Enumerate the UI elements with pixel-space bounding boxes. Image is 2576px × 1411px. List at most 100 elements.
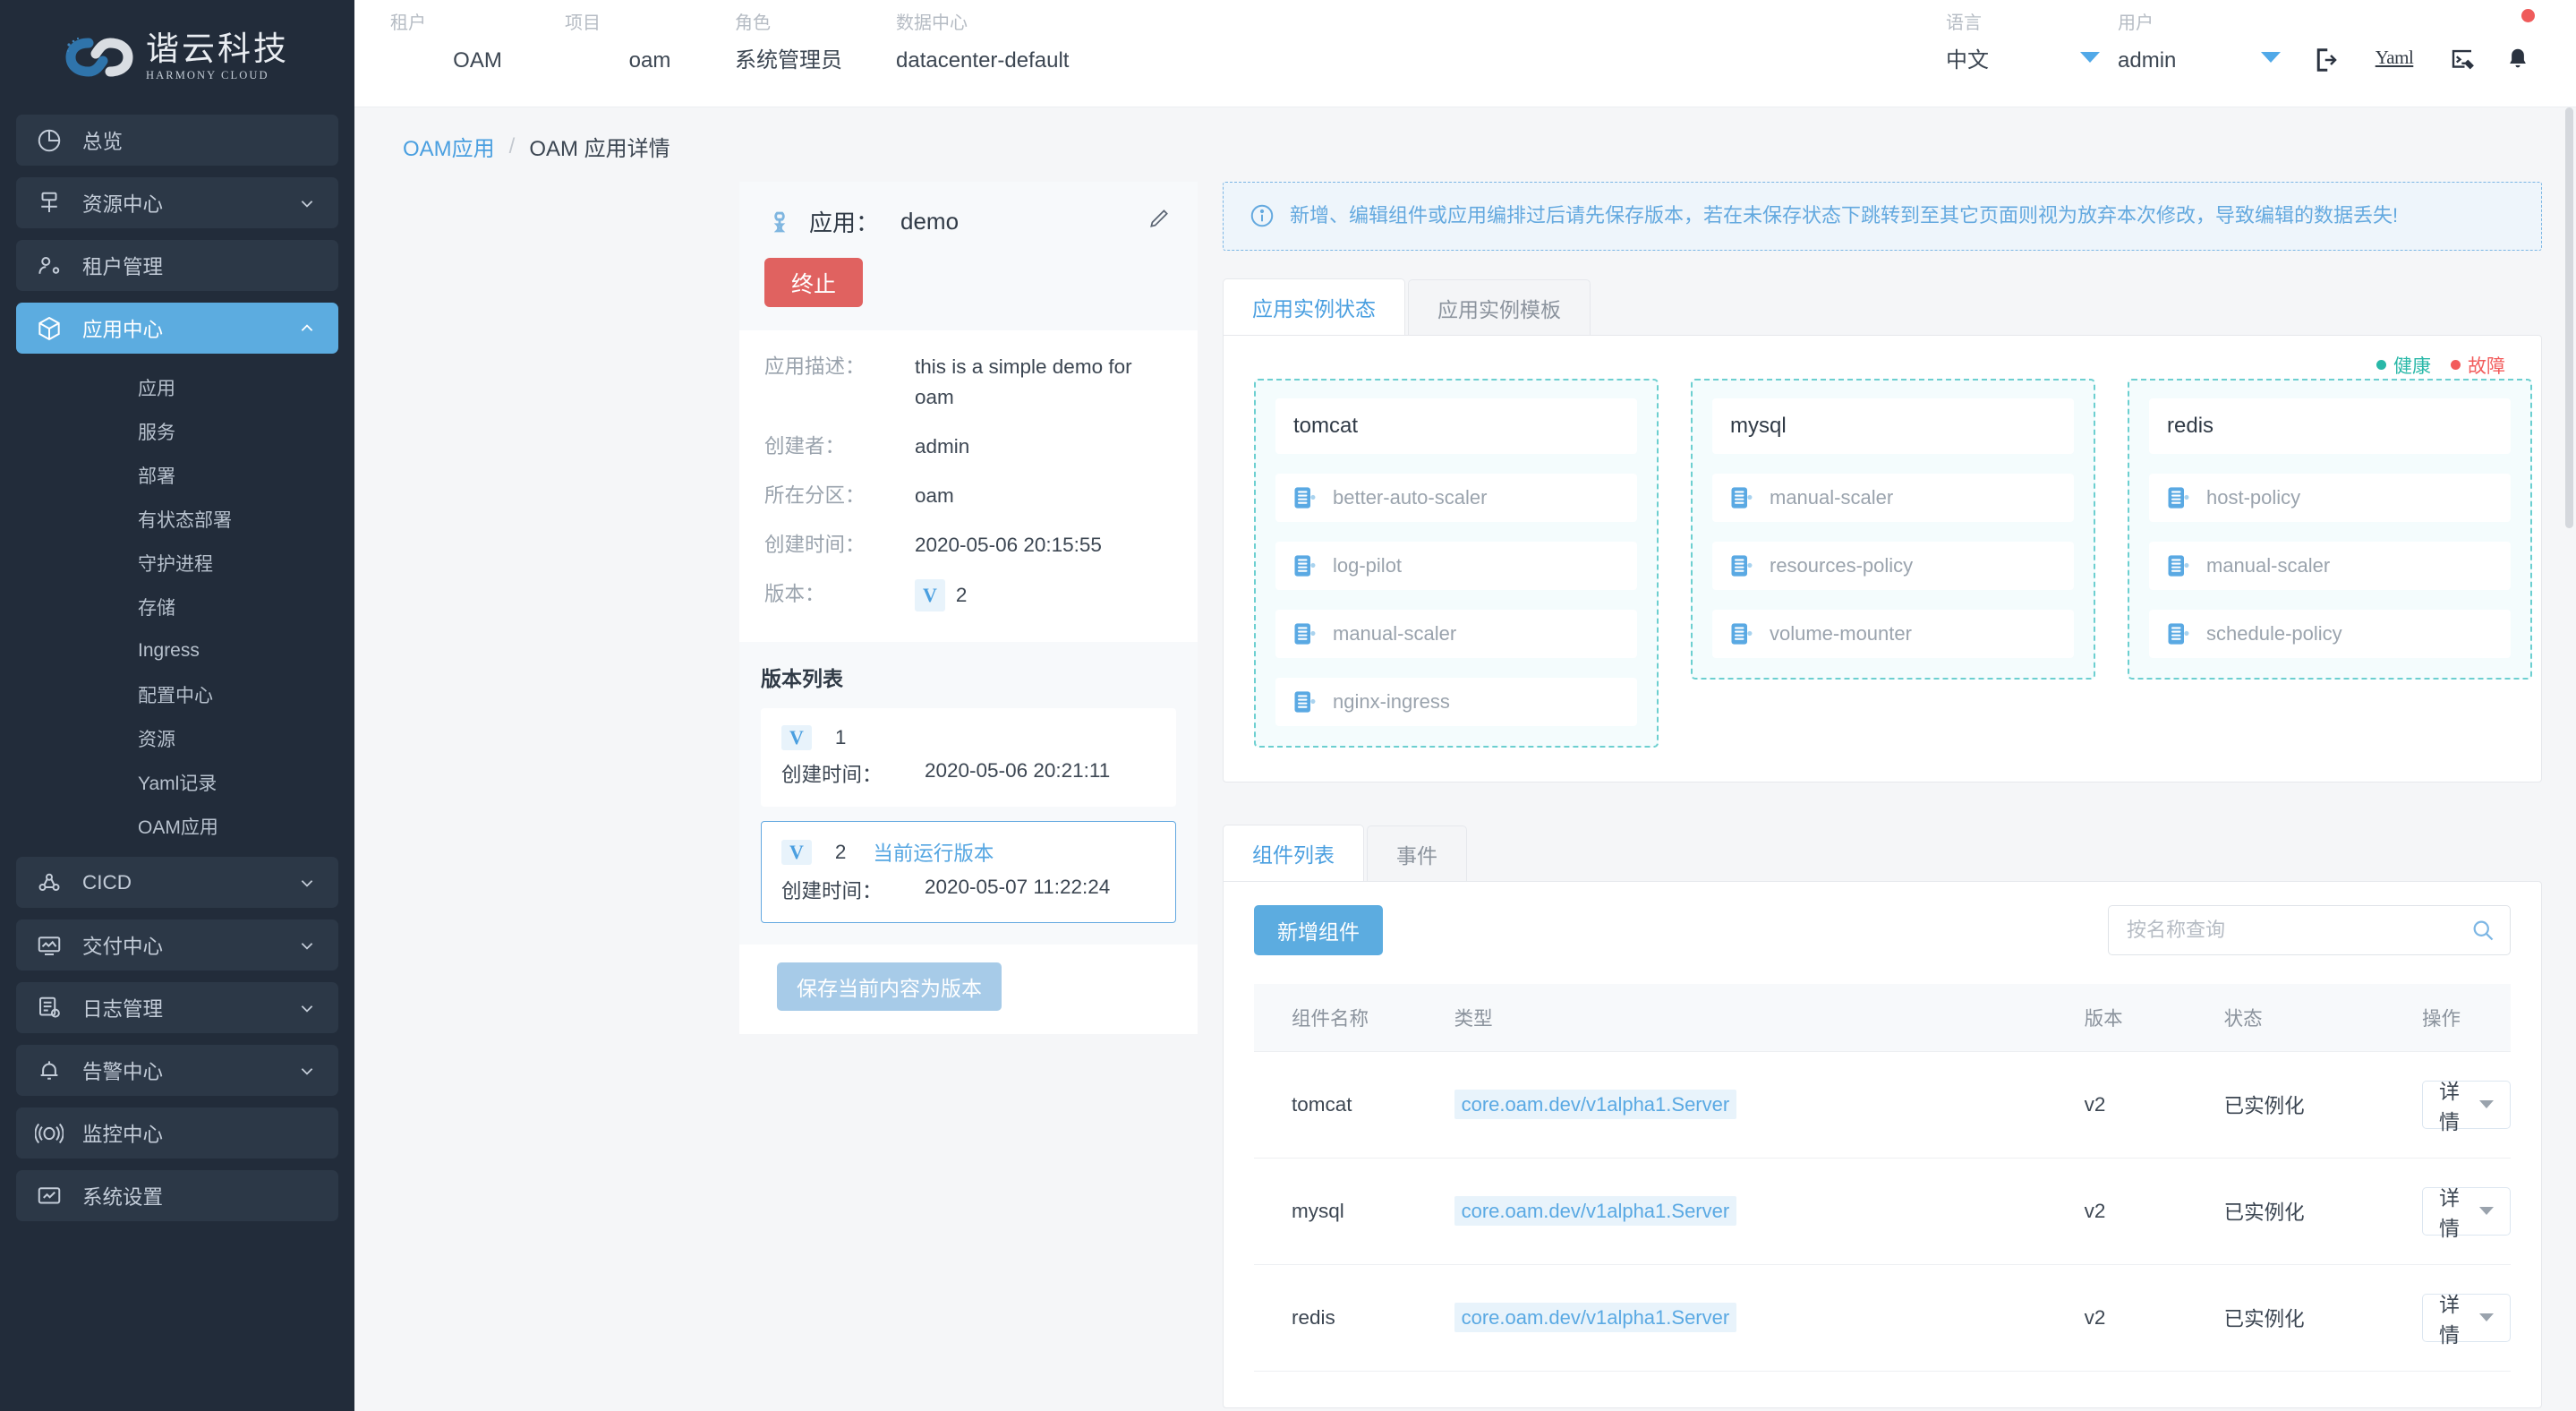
sidebar-item-cicd[interactable]: CICD [16, 857, 338, 908]
sidebar-subitem-resource[interactable]: 资源 [16, 716, 338, 760]
yaml-link-label: Yaml [2375, 47, 2414, 68]
search-input[interactable] [2127, 918, 2470, 942]
trait-item[interactable]: manual-scaler [2149, 541, 2511, 590]
sidebar-item-overview[interactable]: 总览 [16, 115, 338, 166]
page-scrollbar[interactable] [2563, 107, 2574, 1411]
breadcrumb-root-link[interactable]: OAM应用 [403, 131, 495, 162]
trait-item[interactable]: log-pilot [1275, 541, 1637, 590]
chevron-down-icon[interactable] [2261, 52, 2281, 63]
version-card-head: V 1 [781, 725, 1156, 750]
detail-button[interactable]: 详情 [2422, 1186, 2511, 1240]
search-icon[interactable] [2470, 918, 2495, 943]
info-row-version: 版本： V2 [764, 579, 1171, 611]
table-row: redis core.oam.dev/v1alpha1.Server v2 已实… [1254, 1264, 2511, 1372]
chevron-down-icon[interactable] [2479, 1207, 2494, 1216]
sidebar-item-tenant-management[interactable]: 租户管理 [16, 240, 338, 291]
sidebar-subitem-daemonset[interactable]: 守护进程 [16, 541, 338, 585]
sidebar-item-system-settings[interactable]: 系统设置 [16, 1170, 338, 1221]
trait-item[interactable]: host-policy [2149, 473, 2511, 522]
brand-logo[interactable]: 谐云科技 HARMONY CLOUD [0, 0, 354, 115]
cell-version: v2 [2084, 1051, 2224, 1159]
sidebar-item-log-management[interactable]: 日志管理 [16, 982, 338, 1033]
sidebar-subitem-oam-app[interactable]: OAM应用 [16, 804, 338, 848]
tab-instance-template[interactable]: 应用实例模板 [1408, 278, 1591, 336]
topbar-context-fields: 租户 OAM 项目 oam 角色 系统管理员 数据中心 datacenter-d… [354, 0, 1191, 79]
tenant-icon [16, 252, 82, 279]
add-component-button[interactable]: 新增组件 [1254, 904, 1383, 955]
cell-version: v2 [2084, 1264, 2224, 1372]
type-tag[interactable]: core.oam.dev/v1alpha1.Server [1454, 1195, 1737, 1226]
sidebar-subitem-label: 存储 [138, 597, 175, 619]
sidebar-item-alarm-center[interactable]: 告警中心 [16, 1045, 338, 1096]
version-card[interactable]: V 1 创建时间： 2020-05-06 20:21:11 [761, 708, 1176, 807]
trait-label: manual-scaler [1333, 621, 1457, 645]
detail-button[interactable]: 详情 [2422, 1080, 2511, 1133]
sidebar-subitem-config-center[interactable]: 配置中心 [16, 672, 338, 716]
columns: 应用： demo 终止 应用描述： this is a simple demo … [354, 182, 2576, 1408]
tab-events[interactable]: 事件 [1367, 825, 1467, 882]
log-icon [16, 995, 82, 1022]
top-bar: 租户 OAM 项目 oam 角色 系统管理员 数据中心 datacenter-d… [354, 0, 2576, 107]
tab-instance-status[interactable]: 应用实例状态 [1223, 278, 1405, 336]
sidebar-subitem-storage[interactable]: 存储 [16, 585, 338, 629]
trait-label: host-policy [2206, 485, 2301, 509]
version-card[interactable]: V 2 当前运行版本 创建时间： 2020-05-07 11:22:24 [761, 821, 1176, 923]
type-tag[interactable]: core.oam.dev/v1alpha1.Server [1454, 1302, 1737, 1332]
detail-button[interactable]: 详情 [2422, 1293, 2511, 1347]
logout-button[interactable] [2299, 0, 2354, 73]
edit-app-button[interactable] [1147, 207, 1171, 235]
search-box[interactable] [2108, 904, 2511, 955]
trait-item[interactable]: better-auto-scaler [1275, 473, 1637, 522]
user-dropdown-toggle[interactable] [2243, 0, 2299, 63]
chevron-down-icon[interactable] [2479, 1100, 2494, 1109]
language-dropdown-toggle[interactable] [2062, 0, 2118, 63]
yaml-link[interactable]: Yaml [2354, 0, 2435, 69]
stop-app-button[interactable]: 终止 [764, 258, 863, 307]
info-key: 所在分区： [764, 484, 866, 507]
server-stack-icon [1731, 623, 1753, 645]
chevron-down-icon [301, 942, 313, 950]
trait-item[interactable]: resources-policy [1712, 541, 2074, 590]
chevron-down-icon[interactable] [2080, 52, 2100, 63]
sidebar-item-delivery-center[interactable]: 交付中心 [16, 919, 338, 971]
sidebar-item-label: 资源中心 [82, 192, 164, 216]
sidebar-subitem-label: 应用 [138, 378, 175, 399]
sidebar-subitem-ingress[interactable]: Ingress [16, 629, 338, 672]
brand-name-cn: 谐云科技 [146, 30, 289, 67]
detail-button-label: 详情 [2439, 1185, 2460, 1240]
terminal-button[interactable] [2435, 0, 2490, 73]
scrollbar-thumb[interactable] [2565, 107, 2573, 528]
sidebar-item-resource-center[interactable]: 资源中心 [16, 177, 338, 228]
sidebar-item-monitor-center[interactable]: 监控中心 [16, 1107, 338, 1159]
chevron-down-icon[interactable] [2479, 1313, 2494, 1322]
trait-item[interactable]: schedule-policy [2149, 609, 2511, 658]
language-selector[interactable]: 语言 中文 [1946, 0, 2062, 79]
sidebar-subitem-label: 部署 [138, 466, 175, 487]
component-card[interactable]: tomcat better-auto-scaler log-pilot manu… [1254, 378, 1659, 748]
sidebar-subitem-app[interactable]: 应用 [16, 365, 338, 409]
trait-item[interactable]: volume-mounter [1712, 609, 2074, 658]
notification-button[interactable] [2490, 0, 2546, 73]
version-created-value: 2020-05-06 20:21:11 [925, 759, 1111, 782]
trait-item[interactable]: manual-scaler [1712, 473, 2074, 522]
sidebar-subitem-statefulset[interactable]: 有状态部署 [16, 497, 338, 541]
sidebar-subitem-service[interactable]: 服务 [16, 409, 338, 453]
trait-item[interactable]: manual-scaler [1275, 609, 1637, 658]
trait-item[interactable]: nginx-ingress [1275, 677, 1637, 726]
language-value: 中文 [1946, 48, 1989, 73]
version-created-row: 创建时间： 2020-05-06 20:21:11 [781, 759, 1156, 788]
sidebar-subitem-yaml-records[interactable]: Yaml记录 [16, 760, 338, 804]
sidebar-subitem-deployment[interactable]: 部署 [16, 453, 338, 497]
save-version-button[interactable]: 保存当前内容为版本 [777, 962, 1002, 1011]
user-selector[interactable]: 用户 admin [2118, 0, 2243, 79]
component-card[interactable]: redis host-policy manual-scaler schedule… [2128, 378, 2532, 680]
tab-component-list[interactable]: 组件列表 [1223, 824, 1364, 882]
topbar-field-tenant: 租户 OAM [390, 0, 565, 79]
component-card[interactable]: mysql manual-scaler resources-policy vol… [1691, 378, 2095, 680]
chevron-down-icon [301, 879, 313, 887]
topbar-field-value: datacenter-default [896, 48, 1070, 73]
server-stack-icon [1294, 691, 1316, 713]
sidebar-item-application-center[interactable]: 应用中心 [16, 303, 338, 354]
trait-label: nginx-ingress [1333, 689, 1450, 713]
type-tag[interactable]: core.oam.dev/v1alpha1.Server [1454, 1089, 1737, 1119]
